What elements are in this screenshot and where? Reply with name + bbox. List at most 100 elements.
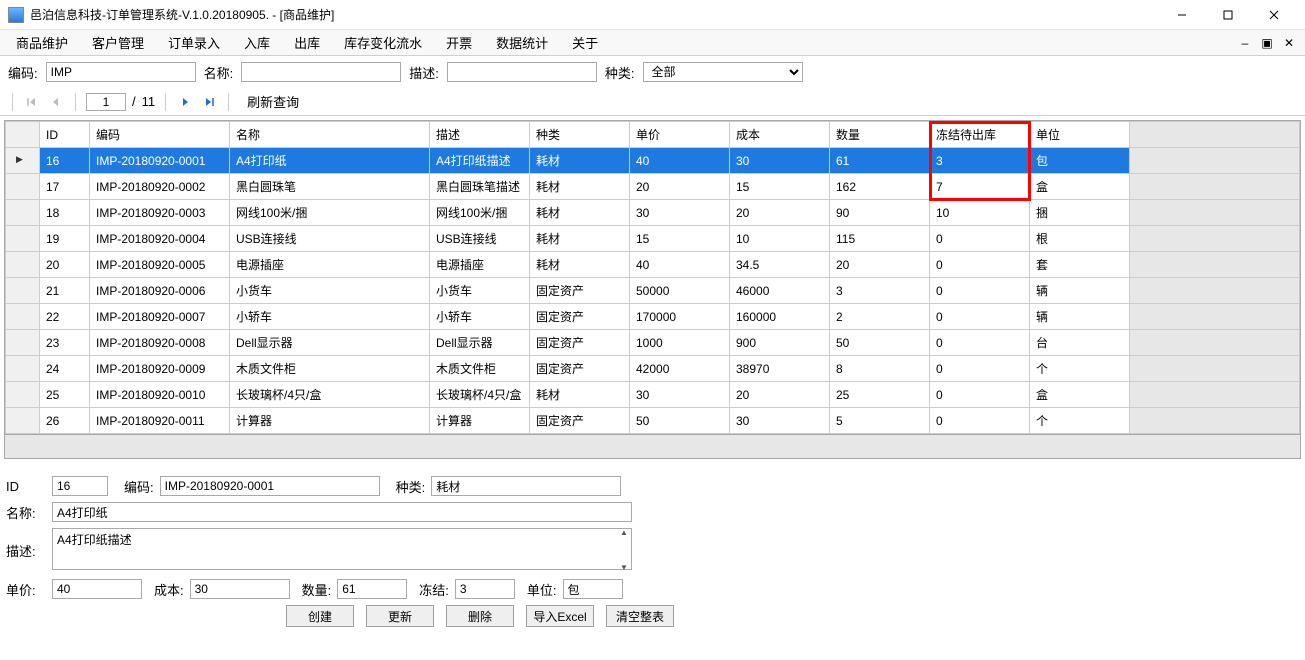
cell-code[interactable]: IMP-20180920-0008 — [90, 330, 230, 356]
cell-qty[interactable]: 25 — [830, 382, 930, 408]
cell-code[interactable]: IMP-20180920-0010 — [90, 382, 230, 408]
cell-kind[interactable]: 固定资产 — [530, 330, 630, 356]
cell-price[interactable]: 42000 — [630, 356, 730, 382]
cell-price[interactable]: 50000 — [630, 278, 730, 304]
menu-item-4[interactable]: 出库 — [282, 29, 332, 56]
cell-unit[interactable]: 根 — [1030, 226, 1130, 252]
row-header[interactable] — [6, 174, 40, 200]
cell-id[interactable]: 21 — [40, 278, 90, 304]
cell-price[interactable]: 40 — [630, 252, 730, 278]
cell-desc[interactable]: 小货车 — [430, 278, 530, 304]
clear-table-button[interactable]: 清空整表 — [606, 605, 674, 627]
filter-code-input[interactable] — [46, 62, 196, 82]
cell-desc[interactable]: USB连接线 — [430, 226, 530, 252]
col-header-3[interactable]: 描述 — [430, 122, 530, 148]
cell-freeze[interactable]: 0 — [930, 252, 1030, 278]
cell-code[interactable]: IMP-20180920-0002 — [90, 174, 230, 200]
cell-name[interactable]: 计算器 — [230, 408, 430, 434]
row-header[interactable] — [6, 148, 40, 174]
cell-name[interactable]: A4打印纸 — [230, 148, 430, 174]
cell-code[interactable]: IMP-20180920-0006 — [90, 278, 230, 304]
cell-id[interactable]: 26 — [40, 408, 90, 434]
cell-unit[interactable]: 盒 — [1030, 382, 1130, 408]
row-header[interactable] — [6, 356, 40, 382]
col-header-6[interactable]: 成本 — [730, 122, 830, 148]
cell-cost[interactable]: 30 — [730, 408, 830, 434]
cell-unit[interactable]: 个 — [1030, 356, 1130, 382]
cell-id[interactable]: 23 — [40, 330, 90, 356]
row-header[interactable] — [6, 382, 40, 408]
cell-freeze[interactable]: 10 — [930, 200, 1030, 226]
filter-name-input[interactable] — [241, 62, 401, 82]
row-header[interactable] — [6, 200, 40, 226]
cell-desc[interactable]: 网线100米/捆 — [430, 200, 530, 226]
cell-id[interactable]: 19 — [40, 226, 90, 252]
delete-button[interactable]: 删除 — [446, 605, 514, 627]
cell-qty[interactable]: 5 — [830, 408, 930, 434]
cell-price[interactable]: 40 — [630, 148, 730, 174]
cell-kind[interactable]: 耗材 — [530, 148, 630, 174]
col-header-9[interactable]: 单位 — [1030, 122, 1130, 148]
cell-desc[interactable]: 长玻璃杯/4只/盒 — [430, 382, 530, 408]
cell-kind[interactable]: 耗材 — [530, 174, 630, 200]
table-row[interactable]: 21IMP-20180920-0006小货车小货车固定资产50000460003… — [6, 278, 1300, 304]
cell-kind[interactable]: 耗材 — [530, 382, 630, 408]
cell-price[interactable]: 1000 — [630, 330, 730, 356]
import-excel-button[interactable]: 导入Excel — [526, 605, 594, 627]
cell-unit[interactable]: 套 — [1030, 252, 1130, 278]
cell-freeze[interactable]: 3 — [930, 148, 1030, 174]
cell-name[interactable]: 黑白圆珠笔 — [230, 174, 430, 200]
mdi-close-icon[interactable]: ✕ — [1281, 35, 1297, 51]
cell-unit[interactable]: 个 — [1030, 408, 1130, 434]
page-input[interactable] — [86, 93, 126, 111]
first-page-button[interactable] — [23, 93, 41, 111]
cell-code[interactable]: IMP-20180920-0003 — [90, 200, 230, 226]
filter-desc-input[interactable] — [447, 62, 597, 82]
cell-code[interactable]: IMP-20180920-0001 — [90, 148, 230, 174]
row-header[interactable] — [6, 226, 40, 252]
cell-price[interactable]: 30 — [630, 382, 730, 408]
cell-code[interactable]: IMP-20180920-0011 — [90, 408, 230, 434]
detail-qty-input[interactable] — [337, 579, 407, 599]
cell-id[interactable]: 20 — [40, 252, 90, 278]
cell-id[interactable]: 22 — [40, 304, 90, 330]
detail-kind-input[interactable] — [431, 476, 621, 496]
menu-item-6[interactable]: 开票 — [434, 29, 484, 56]
cell-id[interactable]: 24 — [40, 356, 90, 382]
cell-price[interactable]: 30 — [630, 200, 730, 226]
cell-id[interactable]: 25 — [40, 382, 90, 408]
cell-id[interactable]: 18 — [40, 200, 90, 226]
col-header-4[interactable]: 种类 — [530, 122, 630, 148]
cell-desc[interactable]: Dell显示器 — [430, 330, 530, 356]
detail-id-input[interactable] — [52, 476, 108, 496]
cell-code[interactable]: IMP-20180920-0007 — [90, 304, 230, 330]
cell-desc[interactable]: 木质文件柜 — [430, 356, 530, 382]
cell-name[interactable]: 小货车 — [230, 278, 430, 304]
cell-unit[interactable]: 台 — [1030, 330, 1130, 356]
cell-cost[interactable]: 900 — [730, 330, 830, 356]
cell-freeze[interactable]: 0 — [930, 278, 1030, 304]
table-row[interactable]: 26IMP-20180920-0011计算器计算器固定资产503050个 — [6, 408, 1300, 434]
cell-freeze[interactable]: 0 — [930, 408, 1030, 434]
table-row[interactable]: 22IMP-20180920-0007小轿车小轿车固定资产17000016000… — [6, 304, 1300, 330]
cell-desc[interactable]: 黑白圆珠笔描述 — [430, 174, 530, 200]
cell-freeze[interactable]: 7 — [930, 174, 1030, 200]
cell-id[interactable]: 17 — [40, 174, 90, 200]
cell-price[interactable]: 50 — [630, 408, 730, 434]
cell-qty[interactable]: 2 — [830, 304, 930, 330]
table-row[interactable]: 18IMP-20180920-0003网线100米/捆网线100米/捆耗材302… — [6, 200, 1300, 226]
cell-price[interactable]: 20 — [630, 174, 730, 200]
cell-kind[interactable]: 固定资产 — [530, 278, 630, 304]
close-button[interactable] — [1251, 1, 1297, 29]
cell-code[interactable]: IMP-20180920-0004 — [90, 226, 230, 252]
create-button[interactable]: 创建 — [286, 605, 354, 627]
cell-cost[interactable]: 38970 — [730, 356, 830, 382]
cell-qty[interactable]: 20 — [830, 252, 930, 278]
col-header-1[interactable]: 编码 — [90, 122, 230, 148]
cell-desc[interactable]: 小轿车 — [430, 304, 530, 330]
cell-qty[interactable]: 3 — [830, 278, 930, 304]
detail-cost-input[interactable] — [190, 579, 290, 599]
row-header[interactable] — [6, 252, 40, 278]
col-header-8[interactable]: 冻结待出库 — [930, 122, 1030, 148]
cell-price[interactable]: 15 — [630, 226, 730, 252]
